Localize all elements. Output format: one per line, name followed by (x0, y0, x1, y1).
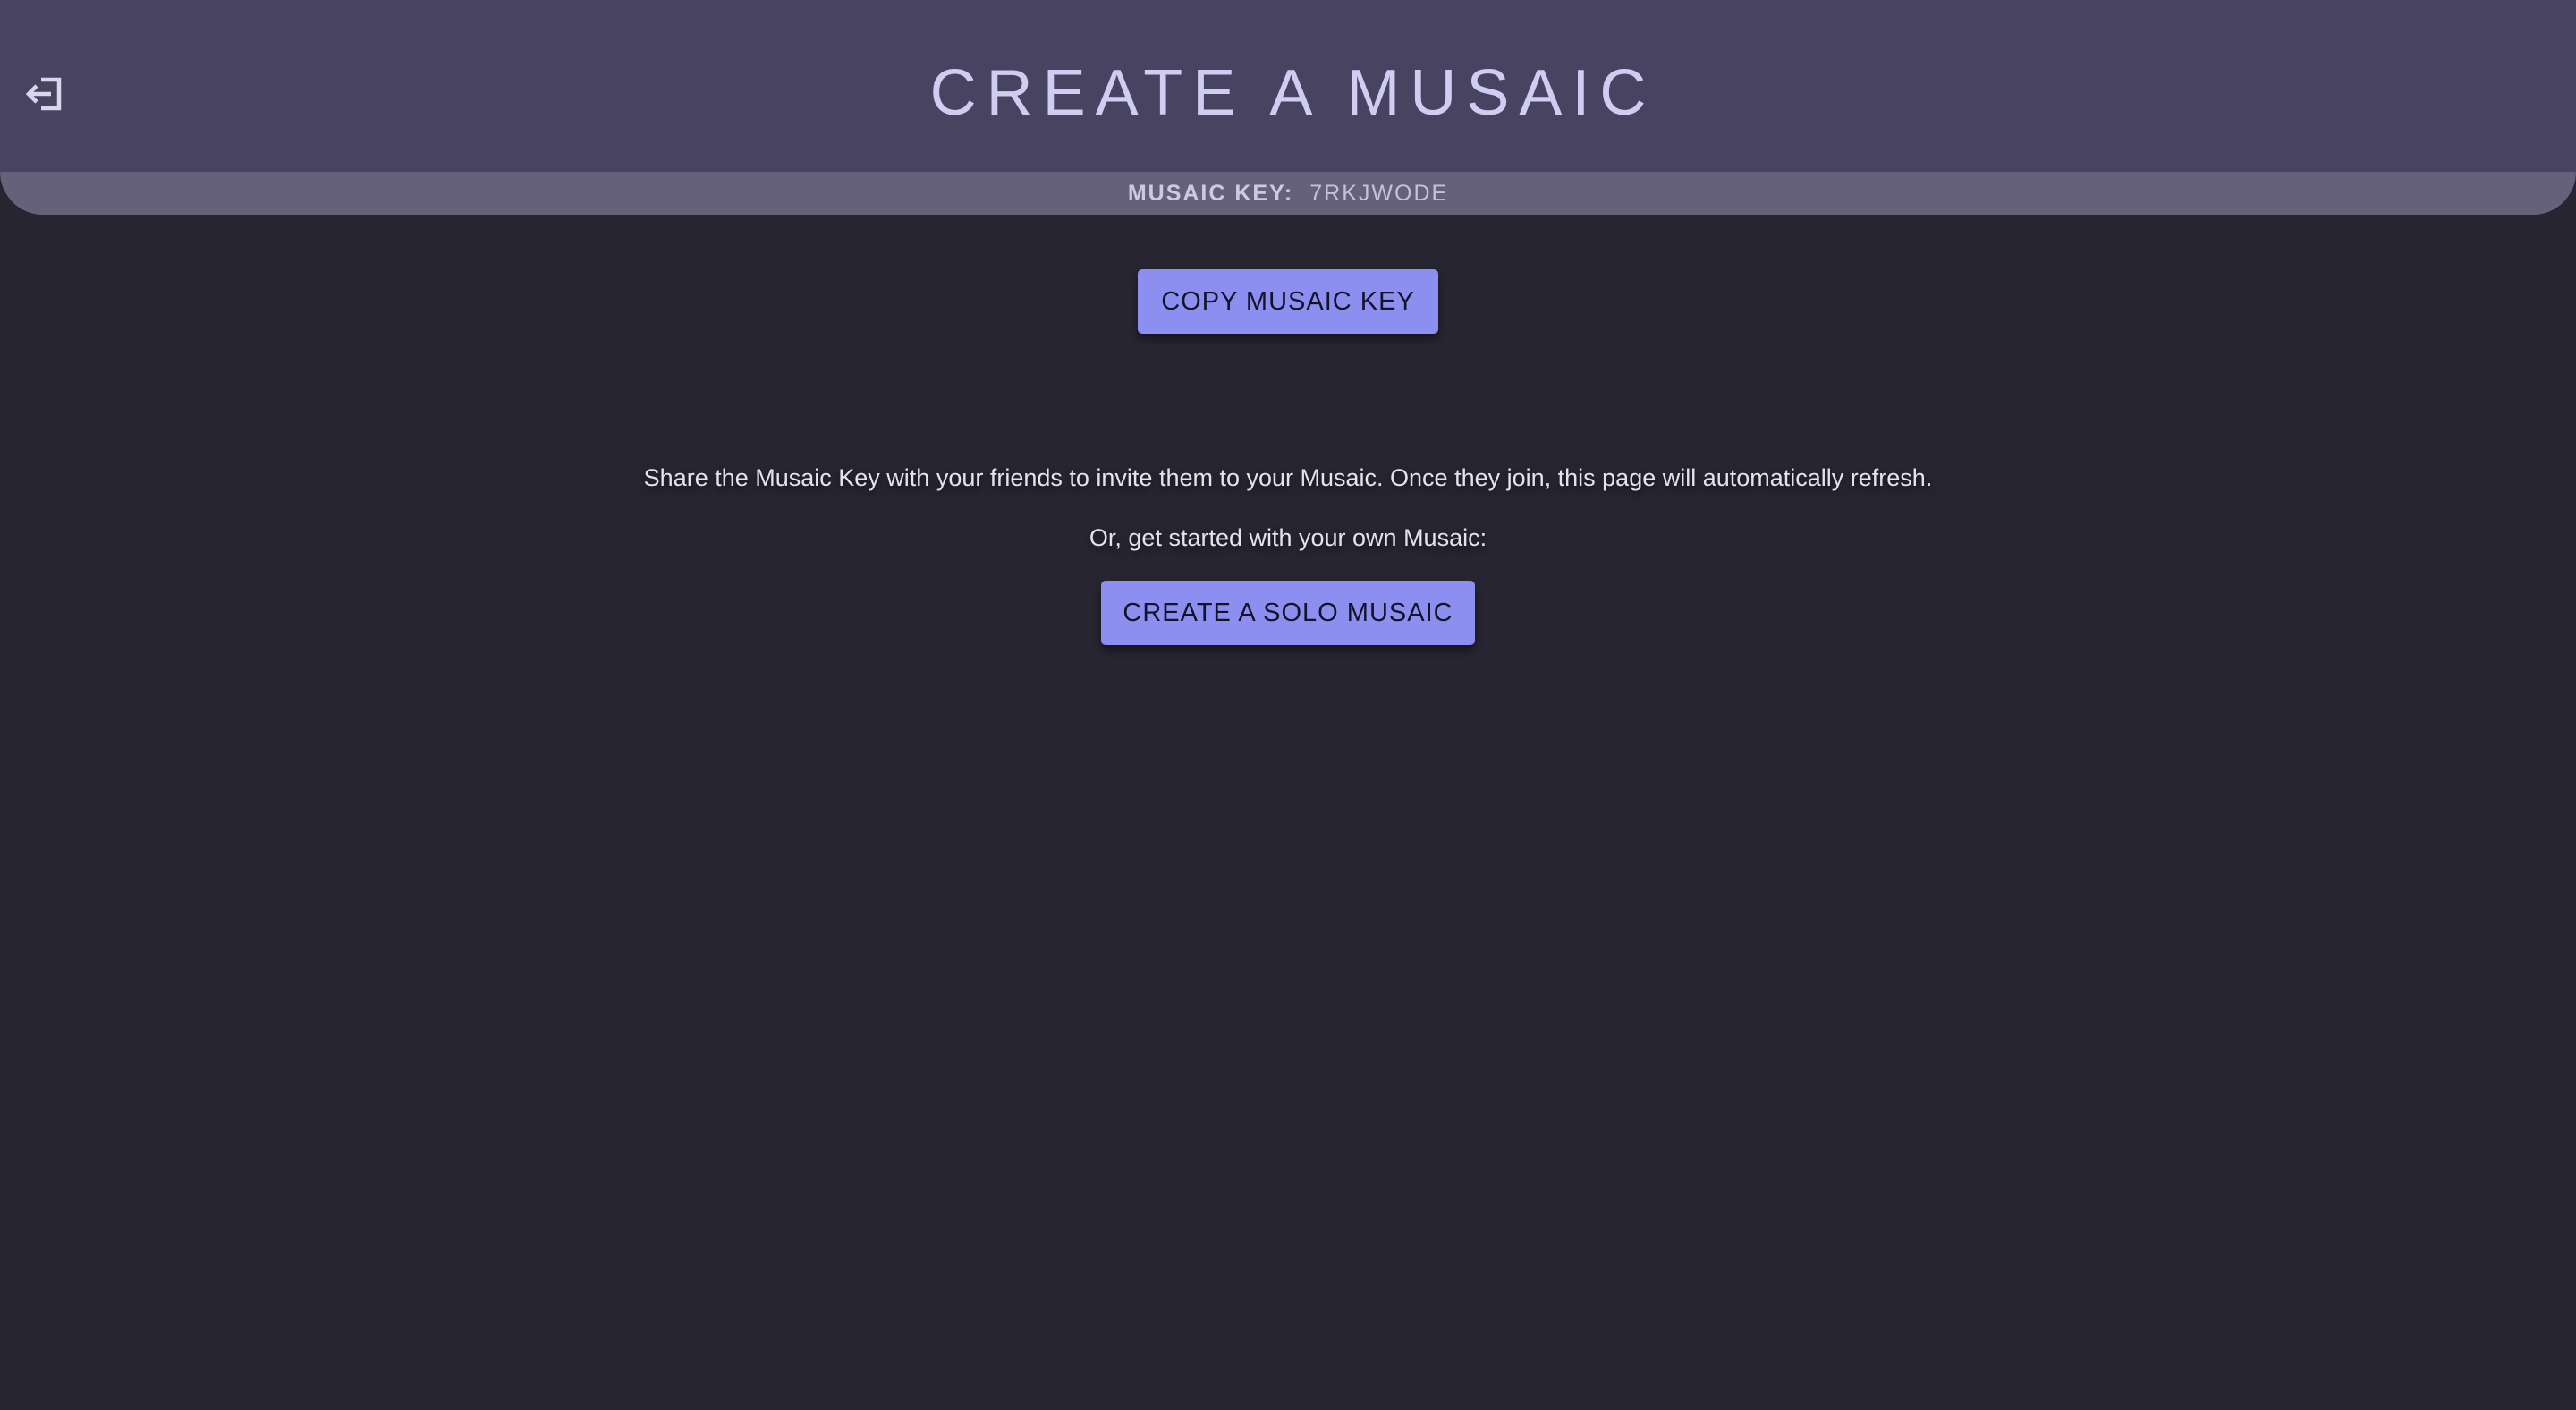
page-title: CREATE A MUSAIC (929, 57, 1657, 129)
musaic-key-value: 7RKJWODE (1309, 181, 1449, 206)
musaic-key-bar: MUSAIC KEY: 7RKJWODE (0, 172, 2576, 215)
solo-prompt: Or, get started with your own Musaic: (1089, 524, 1487, 551)
create-solo-musaic-button[interactable]: CREATE A SOLO MUSAIC (1101, 581, 1475, 645)
header: CREATE A MUSAIC (0, 0, 2576, 172)
share-instructions: Share the Musaic Key with your friends t… (643, 464, 1933, 491)
copy-musaic-key-button[interactable]: COPY MUSAIC KEY (1138, 269, 1438, 334)
musaic-key-label: MUSAIC KEY: (1127, 181, 1294, 206)
